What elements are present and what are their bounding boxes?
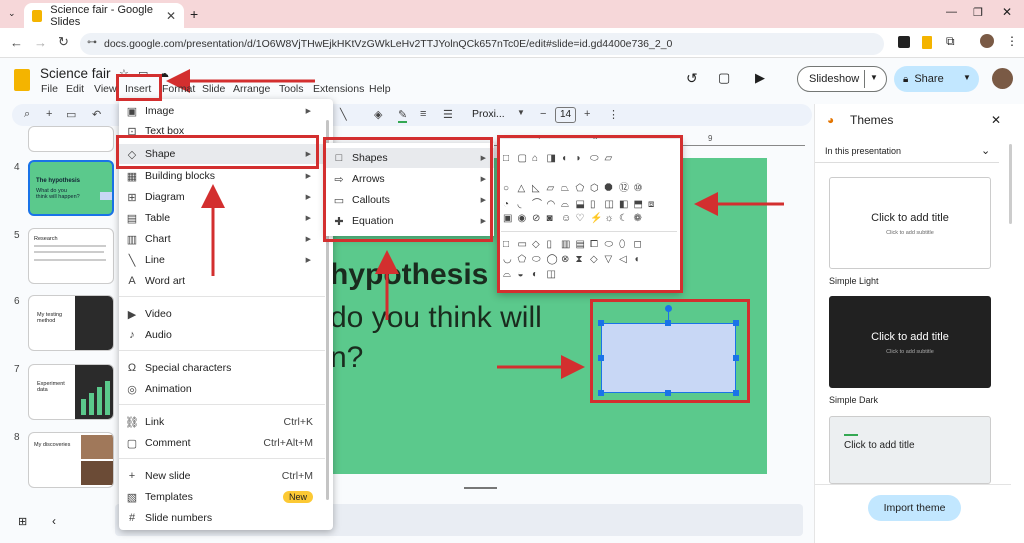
menu-extensions[interactable]: Extensions bbox=[313, 83, 364, 95]
menu-format[interactable]: Format bbox=[162, 83, 195, 95]
menu-view[interactable]: View bbox=[94, 83, 117, 95]
menu-file[interactable]: File bbox=[41, 83, 58, 95]
menu-arrange[interactable]: Arrange bbox=[233, 83, 270, 95]
menu-insert[interactable]: Insert bbox=[125, 83, 151, 95]
annotation-arrows bbox=[166, 69, 784, 379]
menu-help[interactable]: Help bbox=[369, 83, 391, 95]
menu-edit[interactable]: Edit bbox=[66, 83, 84, 95]
menu-slide[interactable]: Slide bbox=[202, 83, 225, 95]
menu-tools[interactable]: Tools bbox=[279, 83, 304, 95]
